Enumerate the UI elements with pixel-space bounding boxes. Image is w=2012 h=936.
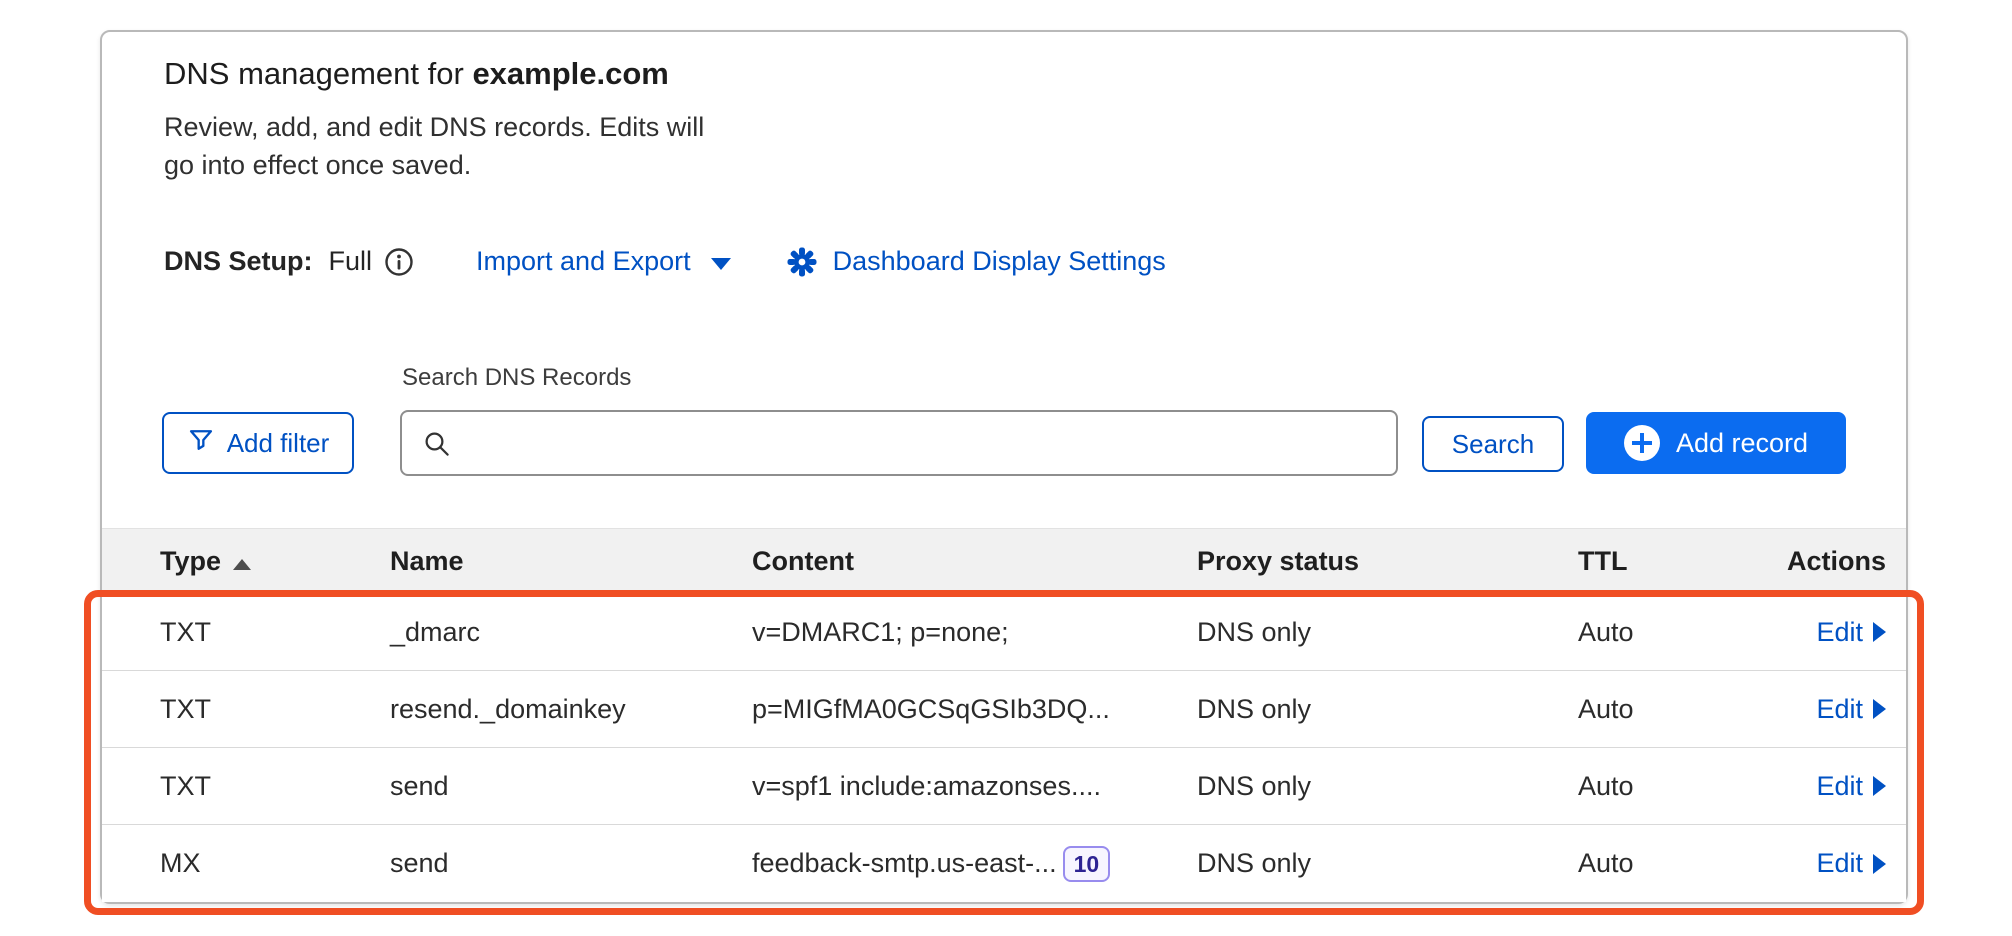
page-description: Review, add, and edit DNS records. Edits… xyxy=(164,108,1906,184)
info-circle-icon[interactable] xyxy=(384,247,414,277)
column-header-ttl: TTL xyxy=(1578,546,1768,577)
chevron-right-icon xyxy=(1873,699,1886,719)
edit-label: Edit xyxy=(1816,617,1863,648)
import-export-label: Import and Export xyxy=(476,246,691,277)
gear-icon xyxy=(787,247,817,277)
search-icon xyxy=(422,429,452,464)
cell-proxy-status: DNS only xyxy=(1197,617,1578,648)
cell-actions: Edit xyxy=(1768,694,1886,725)
dashboard-display-settings-label: Dashboard Display Settings xyxy=(833,246,1166,277)
cell-ttl: Auto xyxy=(1578,694,1768,725)
column-header-type-label: Type xyxy=(160,546,221,576)
caret-down-icon xyxy=(711,258,731,270)
cell-content: p=MIGfMA0GCSqGSIb3DQ... xyxy=(752,694,1197,725)
cell-proxy-status: DNS only xyxy=(1197,848,1578,879)
cell-content: v=DMARC1; p=none; xyxy=(752,617,1197,648)
cell-content-text: feedback-smtp.us-east-... xyxy=(752,848,1057,879)
table-body: TXT _dmarc v=DMARC1; p=none; DNS only Au… xyxy=(102,594,1906,902)
sort-ascending-icon xyxy=(233,559,251,570)
dns-setup-value: Full xyxy=(329,246,373,277)
add-filter-label: Add filter xyxy=(227,428,330,459)
description-line-1: Review, add, and edit DNS records. Edits… xyxy=(164,108,1906,146)
dns-management-card: DNS management for example.com Review, a… xyxy=(100,30,1908,904)
cell-proxy-status: DNS only xyxy=(1197,694,1578,725)
cell-name: resend._domainkey xyxy=(390,694,752,725)
chevron-right-icon xyxy=(1873,854,1886,874)
edit-record-link[interactable]: Edit xyxy=(1816,848,1886,879)
cell-proxy-status: DNS only xyxy=(1197,771,1578,802)
column-header-content: Content xyxy=(752,546,1197,577)
cell-actions: Edit xyxy=(1768,848,1886,879)
search-button-label: Search xyxy=(1452,429,1534,460)
filter-icon xyxy=(187,426,215,461)
page-title-domain: example.com xyxy=(472,56,668,91)
cell-ttl: Auto xyxy=(1578,771,1768,802)
column-header-type[interactable]: Type xyxy=(160,546,390,577)
edit-record-link[interactable]: Edit xyxy=(1816,617,1886,648)
edit-record-link[interactable]: Edit xyxy=(1816,694,1886,725)
edit-label: Edit xyxy=(1816,694,1863,725)
cell-content: feedback-smtp.us-east-... 10 xyxy=(752,846,1197,882)
dns-management-page: DNS management for example.com Review, a… xyxy=(0,0,2012,936)
cell-ttl: Auto xyxy=(1578,617,1768,648)
chevron-right-icon xyxy=(1873,776,1886,796)
import-export-link[interactable]: Import and Export xyxy=(476,246,731,277)
table-row: TXT resend._domainkey p=MIGfMA0GCSqGSIb3… xyxy=(102,671,1906,748)
table-row: TXT send v=spf1 include:amazonses.... DN… xyxy=(102,748,1906,825)
cell-actions: Edit xyxy=(1768,617,1886,648)
add-record-label: Add record xyxy=(1676,428,1808,459)
table-header-row: Type Name Content Proxy status TTL Actio… xyxy=(102,528,1906,594)
cell-content: v=spf1 include:amazonses.... xyxy=(752,771,1197,802)
priority-badge: 10 xyxy=(1063,846,1111,882)
edit-label: Edit xyxy=(1816,771,1863,802)
add-filter-button[interactable]: Add filter xyxy=(162,412,354,474)
edit-record-link[interactable]: Edit xyxy=(1816,771,1886,802)
page-title: DNS management for example.com xyxy=(164,54,1906,94)
search-dns-records-input[interactable] xyxy=(464,412,1384,474)
chevron-right-icon xyxy=(1873,622,1886,642)
add-record-button[interactable]: Add record xyxy=(1586,412,1846,474)
edit-label: Edit xyxy=(1816,848,1863,879)
cell-type: MX xyxy=(160,848,390,879)
cell-actions: Edit xyxy=(1768,771,1886,802)
cell-name: send xyxy=(390,771,752,802)
dns-setup-label: DNS Setup: xyxy=(164,246,313,277)
search-button[interactable]: Search xyxy=(1422,416,1564,472)
cell-type: TXT xyxy=(160,617,390,648)
dashboard-display-settings-link[interactable]: Dashboard Display Settings xyxy=(787,246,1166,277)
page-title-text: DNS management for xyxy=(164,56,464,91)
card-header: DNS management for example.com Review, a… xyxy=(102,32,1906,277)
description-line-2: go into effect once saved. xyxy=(164,146,1906,184)
cell-type: TXT xyxy=(160,694,390,725)
table-row: TXT _dmarc v=DMARC1; p=none; DNS only Au… xyxy=(102,594,1906,671)
column-header-proxy-status: Proxy status xyxy=(1197,546,1578,577)
search-dns-records-label: Search DNS Records xyxy=(402,364,631,392)
cell-name: _dmarc xyxy=(390,617,752,648)
column-header-actions: Actions xyxy=(1768,546,1886,577)
cell-type: TXT xyxy=(160,771,390,802)
plus-circle-icon xyxy=(1624,425,1660,461)
column-header-name: Name xyxy=(390,546,752,577)
table-row: MX send feedback-smtp.us-east-... 10 DNS… xyxy=(102,825,1906,902)
dns-setup-row: DNS Setup: Full Import and Export xyxy=(164,246,1906,277)
search-input-container xyxy=(400,410,1398,476)
cell-name: send xyxy=(390,848,752,879)
cell-ttl: Auto xyxy=(1578,848,1768,879)
